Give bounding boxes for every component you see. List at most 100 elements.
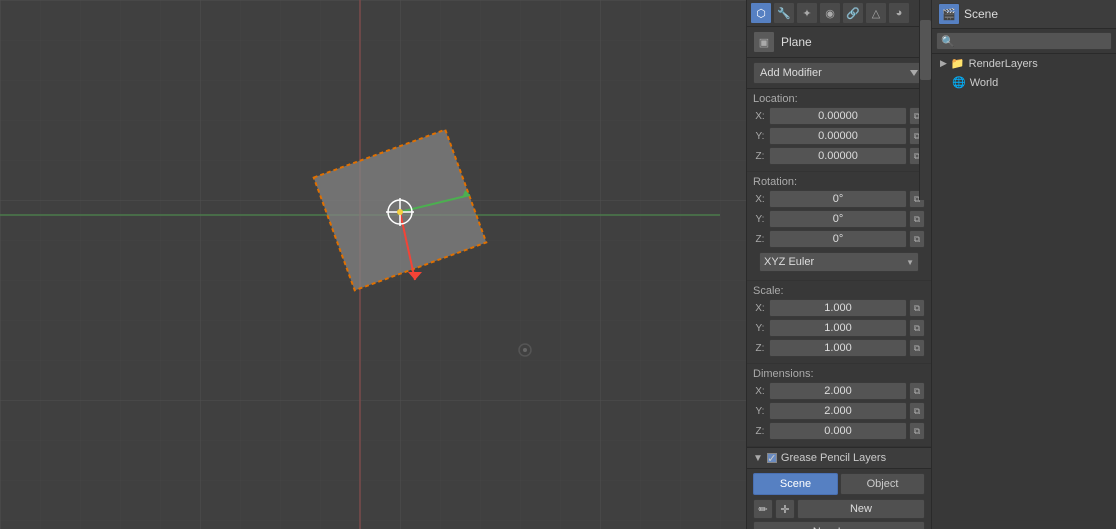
- outliner-title: Scene: [964, 7, 998, 21]
- render-layers-icon: 📁: [951, 57, 965, 70]
- constraints-icon-btn[interactable]: 🔗: [842, 2, 864, 24]
- material-icon-btn[interactable]: ◕: [888, 2, 910, 24]
- render-layers-expand-icon: ▶: [940, 58, 947, 69]
- outliner-scroll-thumb[interactable]: [920, 20, 931, 80]
- location-z-field[interactable]: 0.00000: [769, 147, 907, 165]
- plane-label: Plane: [781, 35, 812, 49]
- dim-y-field[interactable]: 2.000: [769, 402, 907, 420]
- rotation-z-copy-btn[interactable]: ⧉: [909, 230, 925, 248]
- scale-y-copy-btn[interactable]: ⧉: [909, 319, 925, 337]
- add-modifier-label: Add Modifier: [760, 67, 822, 79]
- scale-x-copy-btn[interactable]: ⧉: [909, 299, 925, 317]
- scale-z-row: Z: 1.000 ⧉: [753, 339, 925, 357]
- y-axis-label: Y:: [753, 131, 767, 142]
- scale-label: Scale:: [753, 285, 925, 297]
- panels-container: ⬡ 🔧 ✦ ◉ 🔗 △ ◕ ▣ Plane Add Modifier Locat…: [746, 0, 1116, 529]
- scale-y-row: Y: 1.000 ⧉: [753, 319, 925, 337]
- object-data-icon-btn[interactable]: △: [865, 2, 887, 24]
- properties-panel: ⬡ 🔧 ✦ ◉ 🔗 △ ◕ ▣ Plane Add Modifier Locat…: [746, 0, 931, 529]
- sx-axis-label: X:: [753, 303, 767, 314]
- outliner-item-world[interactable]: 🌐 World: [932, 73, 1116, 92]
- outliner-item-render-layers[interactable]: ▶ 📁 RenderLayers: [932, 54, 1116, 73]
- outliner-search-bar[interactable]: 🔍: [936, 32, 1112, 50]
- outliner-header: 🎬 Scene: [932, 0, 1116, 29]
- modifier-icon-btn[interactable]: 🔧: [773, 2, 795, 24]
- rx-axis-label: X:: [753, 194, 767, 205]
- outliner-items-list: ▶ 📁 RenderLayers 🌐 World: [932, 54, 1116, 92]
- viewport[interactable]: UNDEFINED: [0, 0, 746, 529]
- dim-x-row: X: 2.000 ⧉: [753, 382, 925, 400]
- rotation-y-row: Y: 0° ⧉: [753, 210, 925, 228]
- rotation-y-field[interactable]: 0°: [769, 210, 907, 228]
- grease-pencil-title: Grease Pencil Layers: [781, 452, 886, 464]
- rotation-mode-dropdown[interactable]: XYZ Euler ▼: [759, 252, 919, 272]
- rotation-y-copy-btn[interactable]: ⧉: [909, 210, 925, 228]
- render-layers-label: RenderLayers: [969, 58, 1038, 70]
- rotation-z-field[interactable]: 0°: [769, 230, 907, 248]
- location-y-field[interactable]: 0.00000: [769, 127, 907, 145]
- gp-new-button[interactable]: New: [797, 499, 925, 519]
- sy-axis-label: Y:: [753, 323, 767, 334]
- physics-icon-btn[interactable]: ◉: [819, 2, 841, 24]
- scale-z-field[interactable]: 1.000: [769, 339, 907, 357]
- plane-icon[interactable]: ▣: [753, 31, 775, 53]
- rotation-z-row: Z: 0° ⧉: [753, 230, 925, 248]
- world-icon: 🌐: [952, 76, 966, 89]
- rotation-mode-value: XYZ Euler: [764, 256, 814, 268]
- object-tab-button[interactable]: Object: [840, 473, 925, 495]
- scale-x-field[interactable]: 1.000: [769, 299, 907, 317]
- location-x-field[interactable]: 0.00000: [769, 107, 907, 125]
- rotation-mode-row: XYZ Euler ▼: [753, 250, 925, 274]
- dim-z-field[interactable]: 0.000: [769, 422, 907, 440]
- rz-axis-label: Z:: [753, 234, 767, 245]
- add-modifier-button[interactable]: Add Modifier: [753, 62, 925, 84]
- scale-y-field[interactable]: 1.000: [769, 319, 907, 337]
- rotation-x-row: X: 0° ⧉: [753, 190, 925, 208]
- rotation-label: Rotation:: [753, 176, 925, 188]
- location-z-row: Z: 0.00000 ⧉: [753, 147, 925, 165]
- z-axis-label: Z:: [753, 151, 767, 162]
- dim-x-field[interactable]: 2.000: [769, 382, 907, 400]
- scene-object-tabs: Scene Object: [753, 473, 925, 495]
- dim-y-row: Y: 2.000 ⧉: [753, 402, 925, 420]
- dim-z-copy-btn[interactable]: ⧉: [909, 422, 925, 440]
- scale-z-copy-btn[interactable]: ⧉: [909, 339, 925, 357]
- scale-group: Scale: X: 1.000 ⧉ Y: 1.000 ⧉ Z: 1.000 ⧉: [747, 281, 931, 364]
- dimensions-group: Dimensions: X: 2.000 ⧉ Y: 2.000 ⧉ Z: 0.0…: [747, 364, 931, 447]
- world-label: World: [970, 77, 999, 89]
- dz-axis-label: Z:: [753, 426, 767, 437]
- particles-icon-btn[interactable]: ✦: [796, 2, 818, 24]
- gp-draw-icon-btn[interactable]: ✏: [753, 499, 773, 519]
- scale-x-row: X: 1.000 ⧉: [753, 299, 925, 317]
- dim-y-copy-btn[interactable]: ⧉: [909, 402, 925, 420]
- rotation-mode-arrow-icon: ▼: [906, 258, 914, 267]
- outliner-scrollbar[interactable]: [919, 0, 931, 200]
- gp-toolbar: ✏ ✛ New: [753, 499, 925, 519]
- location-y-row: Y: 0.00000 ⧉: [753, 127, 925, 145]
- outliner-panel: 🎬 Scene 🔍 ▶ 📁 RenderLayers 🌐 World: [931, 0, 1116, 529]
- properties-icon-toolbar: ⬡ 🔧 ✦ ◉ 🔗 △ ◕: [747, 0, 931, 27]
- gp-collapse-icon[interactable]: ▼: [753, 453, 763, 464]
- dx-axis-label: X:: [753, 386, 767, 397]
- grease-pencil-section: ▼ ✓ Grease Pencil Layers Scene Object ✏ …: [747, 447, 931, 529]
- transform-icon-btn[interactable]: ⬡: [750, 2, 772, 24]
- dy-axis-label: Y:: [753, 406, 767, 417]
- x-axis-label: X:: [753, 111, 767, 122]
- plane-header: ▣ Plane: [747, 27, 931, 58]
- location-group: Location: X: 0.00000 ⧉ Y: 0.00000 ⧉ Z: 0…: [747, 89, 931, 172]
- dim-x-copy-btn[interactable]: ⧉: [909, 382, 925, 400]
- gp-visibility-checkbox[interactable]: ✓: [767, 453, 777, 463]
- add-modifier-arrow-icon: [910, 70, 918, 76]
- location-x-row: X: 0.00000 ⧉: [753, 107, 925, 125]
- gp-new-layer-button[interactable]: New Layer: [753, 521, 925, 529]
- rotation-x-field[interactable]: 0°: [769, 190, 907, 208]
- add-modifier-row: Add Modifier: [747, 58, 931, 89]
- scene-tab-button[interactable]: Scene: [753, 473, 838, 495]
- gp-crosshair-icon-btn[interactable]: ✛: [775, 499, 795, 519]
- dim-z-row: Z: 0.000 ⧉: [753, 422, 925, 440]
- sz-axis-label: Z:: [753, 343, 767, 354]
- location-label: Location:: [753, 93, 925, 105]
- outliner-scene-icon[interactable]: 🎬: [938, 3, 960, 25]
- grease-pencil-header: ▼ ✓ Grease Pencil Layers: [747, 448, 931, 469]
- viewport-grid: [0, 0, 746, 529]
